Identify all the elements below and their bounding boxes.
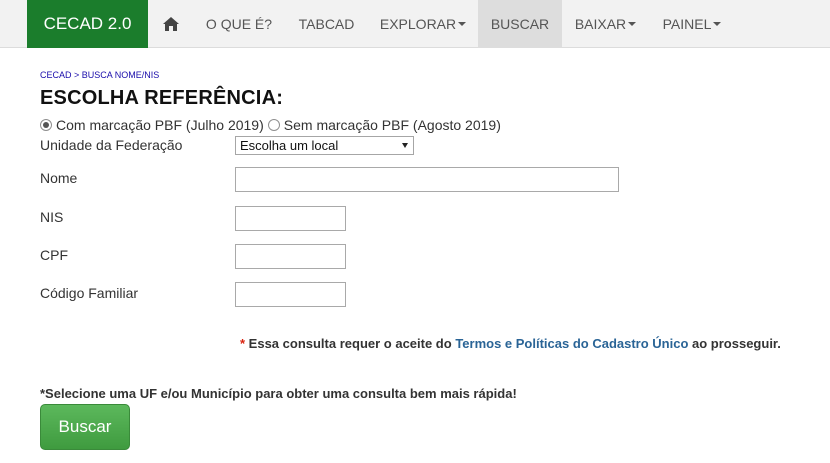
nav-tabcad-label: TABCAD <box>298 16 355 32</box>
top-navbar: CECAD 2.0 O QUE É? TABCAD EXPLORAR BUSCA… <box>0 0 830 48</box>
reference-radio-group: Com marcação PBF (Julho 2019) Sem marcaç… <box>40 117 505 133</box>
nav-explorar-label: EXPLORAR <box>379 16 457 32</box>
terms-notice-text-before: Essa consulta requer o aceite do <box>245 336 456 351</box>
nav-tabcad[interactable]: TABCAD <box>284 0 369 48</box>
nav-buscar[interactable]: BUSCAR <box>478 0 562 48</box>
nav-o-que-e[interactable]: O QUE É? <box>194 0 284 48</box>
nav-explorar[interactable]: EXPLORAR <box>369 0 477 48</box>
nav-home[interactable] <box>148 0 194 48</box>
chevron-down-icon <box>628 22 637 26</box>
nav-baixar-label: BAIXAR <box>574 16 627 32</box>
codigo-familiar-label: Código Familiar <box>40 285 139 301</box>
buscar-button[interactable]: Buscar <box>40 404 130 450</box>
nav-painel-label: PAINEL <box>662 16 712 32</box>
home-icon <box>163 17 179 31</box>
terms-notice-text-after: ao prosseguir. <box>688 336 781 351</box>
brand-logo[interactable]: CECAD 2.0 <box>27 0 148 48</box>
chevron-down-icon <box>458 22 467 26</box>
page-title: ESCOLHA REFERÊNCIA: <box>40 87 284 109</box>
nis-input[interactable] <box>235 206 346 231</box>
reference-option-agosto[interactable]: Sem marcação PBF (Agosto 2019) <box>267 117 501 133</box>
nis-label: NIS <box>40 209 64 225</box>
nav-o-que-e-label: O QUE É? <box>205 16 273 32</box>
breadcrumb[interactable]: CECAD > BUSCA NOME/NIS <box>40 70 159 80</box>
reference-option-julho-label: Com marcação PBF (Julho 2019) <box>56 117 264 133</box>
terms-link[interactable]: Termos e Políticas do Cadastro Único <box>455 336 688 351</box>
uf-select[interactable]: Escolha um local <box>235 136 414 155</box>
uf-select-value: Escolha um local <box>240 138 339 153</box>
nav-painel[interactable]: PAINEL <box>649 0 735 48</box>
cpf-input[interactable] <box>235 244 346 269</box>
nav-buscar-label: BUSCAR <box>490 16 550 32</box>
reference-option-agosto-label: Sem marcação PBF (Agosto 2019) <box>283 117 501 133</box>
nome-label: Nome <box>40 170 78 186</box>
uf-label: Unidade da Federação <box>40 137 183 153</box>
uf-hint: *Selecione uma UF e/ou Município para ob… <box>40 386 517 401</box>
nav-baixar[interactable]: BAIXAR <box>562 0 649 48</box>
reference-option-julho[interactable]: Com marcação PBF (Julho 2019) <box>40 117 264 133</box>
chevron-down-icon <box>713 22 722 26</box>
codigo-familiar-input[interactable] <box>235 282 346 307</box>
cpf-label: CPF <box>40 247 68 263</box>
radio-button-checked[interactable] <box>40 119 52 131</box>
dropdown-arrow-icon <box>402 143 408 148</box>
radio-button-unchecked[interactable] <box>267 119 280 131</box>
terms-notice: * Essa consulta requer o aceite do Termo… <box>240 336 781 351</box>
nome-input[interactable] <box>235 167 619 192</box>
